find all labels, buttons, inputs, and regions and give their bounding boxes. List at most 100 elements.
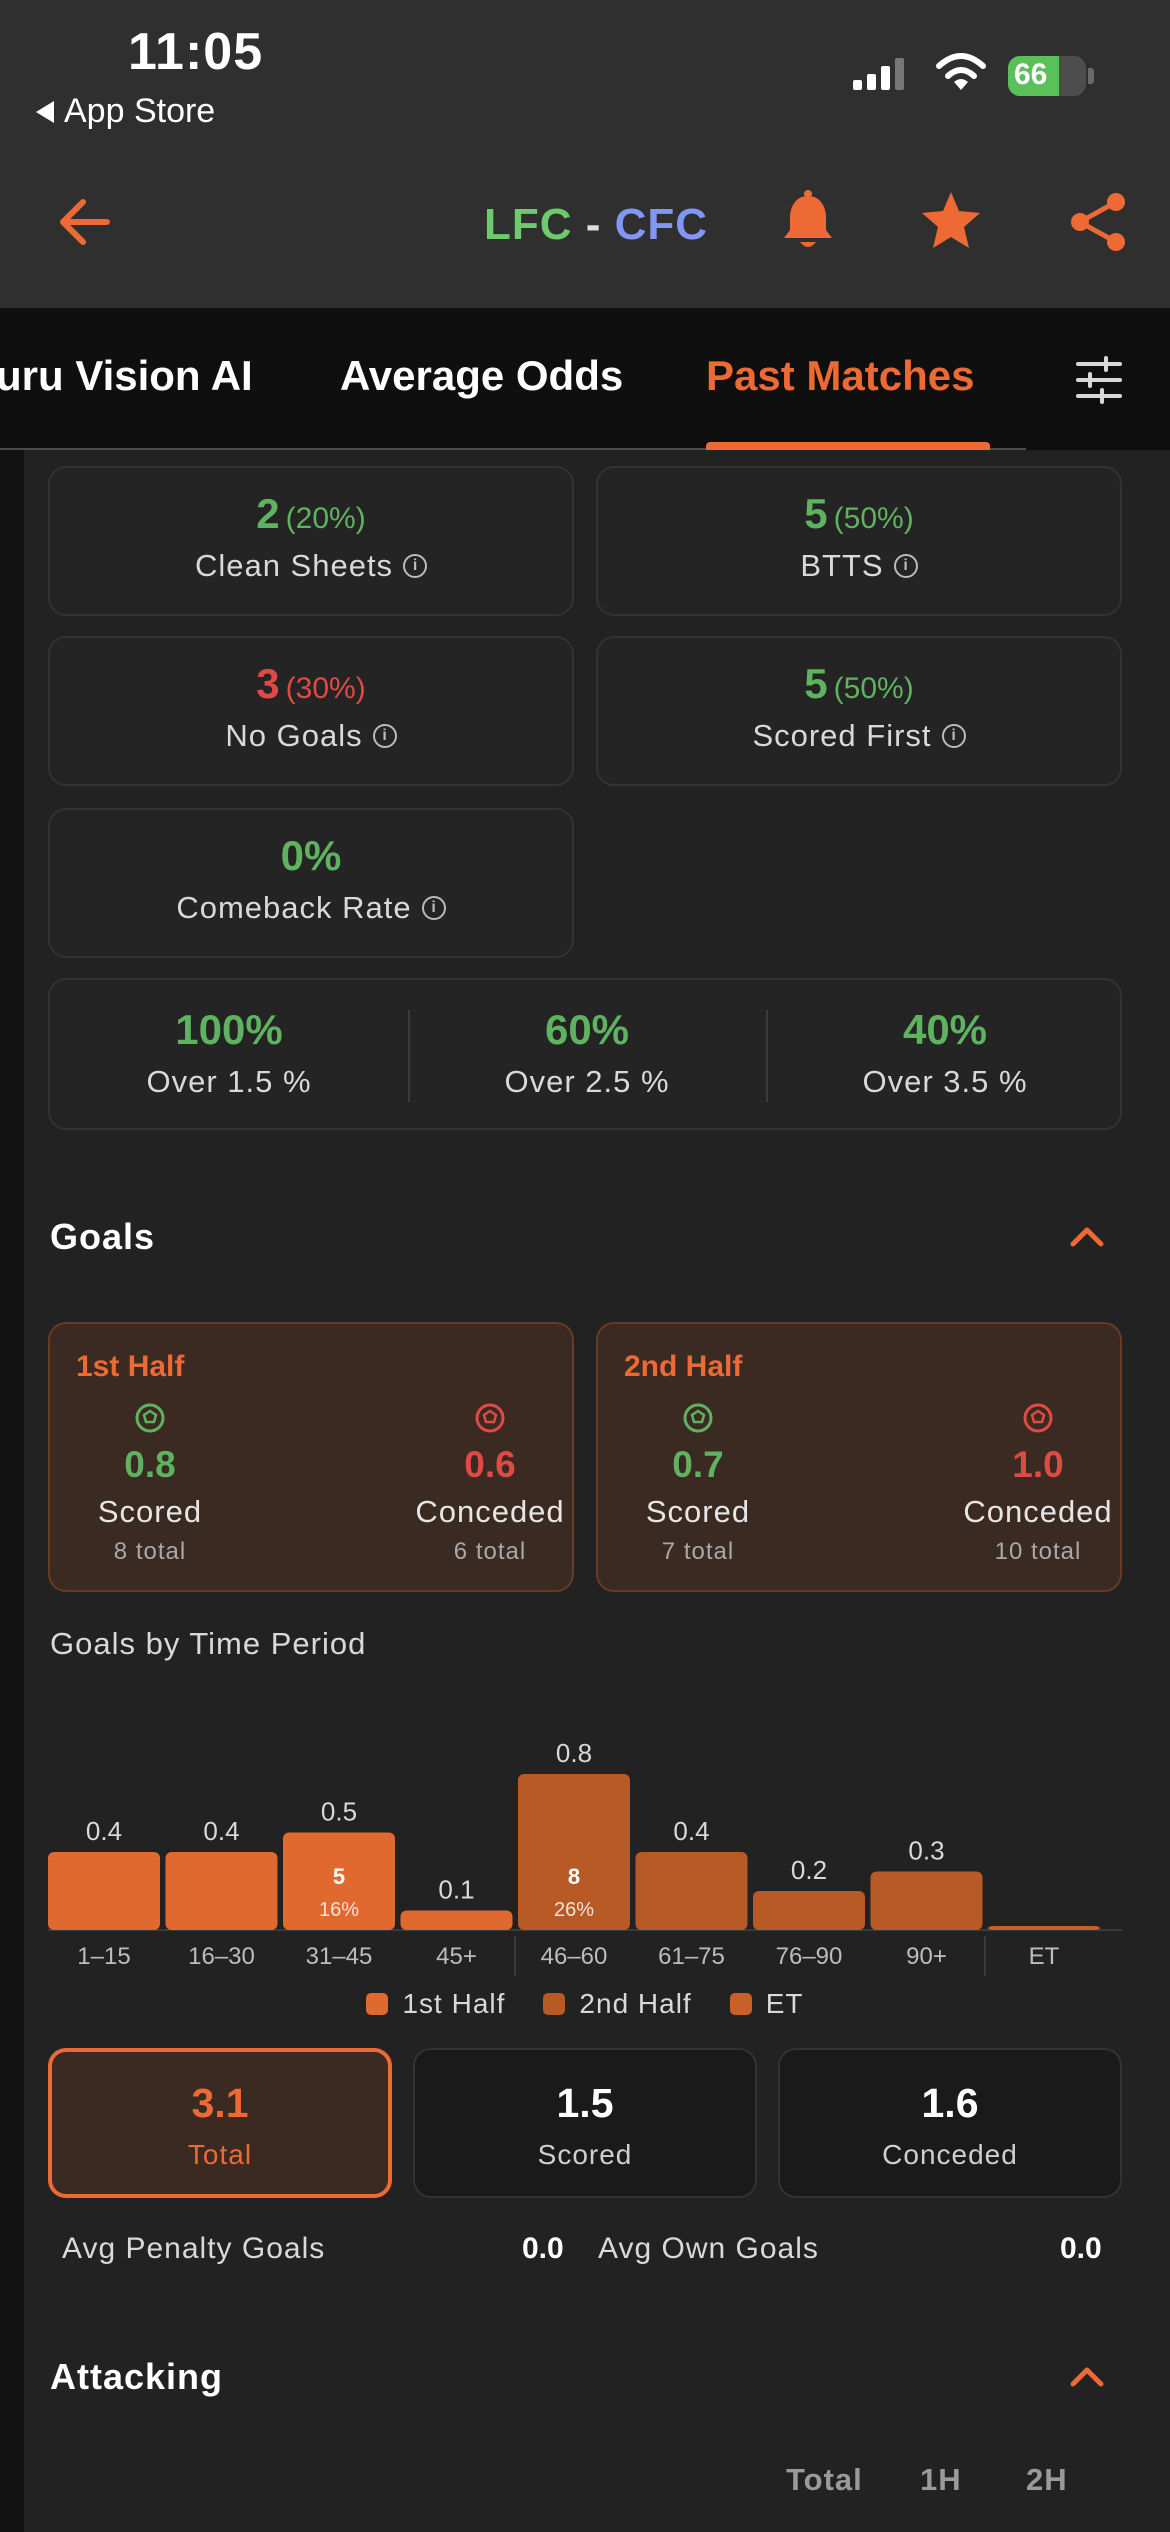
away-team: CFC bbox=[614, 200, 709, 249]
stat-pct: (50%) bbox=[833, 672, 914, 705]
half-scored-value: 0.7 bbox=[672, 1444, 724, 1485]
over-label: Over 2.5 % bbox=[504, 1064, 670, 1099]
x-tick-label: 31–45 bbox=[306, 1943, 373, 1970]
summary-label: Scored bbox=[537, 2139, 633, 2170]
match-title: LFC - CFC bbox=[484, 200, 708, 250]
goals-by-period-title: Goals by Time Period bbox=[50, 1626, 367, 1661]
info-icon[interactable]: i bbox=[421, 896, 446, 920]
legend-label: 2nd Half bbox=[579, 1988, 692, 2019]
legend-et: ET bbox=[729, 1988, 804, 2020]
half-conceded-value: 1.0 bbox=[1012, 1444, 1064, 1485]
stat-label: No Goals bbox=[225, 718, 363, 753]
over-3-5: 40% Over 3.5 % bbox=[766, 980, 1124, 1128]
bar-value-label: 0.4 bbox=[673, 1816, 709, 1846]
summary-value: 1.6 bbox=[921, 2080, 979, 2126]
summary-scored-button[interactable]: 1.5 Scored bbox=[413, 2048, 757, 2198]
stat-card-clean-sheets: 2 (20%) Clean Sheets i bbox=[48, 466, 574, 616]
over-2-5: 60% Over 2.5 % bbox=[408, 980, 766, 1128]
legend-label: 1st Half bbox=[402, 1988, 506, 2019]
legend-second-half: 2nd Half bbox=[543, 1988, 691, 2020]
summary-conceded-button[interactable]: 1.6 Conceded bbox=[778, 2048, 1122, 2198]
over-label: Over 3.5 % bbox=[862, 1064, 1028, 1099]
star-icon[interactable] bbox=[920, 190, 982, 250]
bell-icon[interactable] bbox=[780, 190, 836, 252]
half-scored-total: 8 total bbox=[113, 1538, 187, 1565]
x-tick-label: 46–60 bbox=[541, 1943, 608, 1970]
tab-vision-ai[interactable]: uru Vision AI bbox=[0, 352, 253, 400]
team-separator: - bbox=[585, 200, 602, 249]
chart-bar bbox=[988, 1926, 1100, 1930]
legend-first-half: 1st Half bbox=[366, 1988, 505, 2020]
x-tick-label: 61–75 bbox=[658, 1943, 725, 1970]
over-label: Over 1.5 % bbox=[146, 1064, 312, 1099]
chart-bar bbox=[400, 1910, 513, 1930]
filter-sliders-icon[interactable] bbox=[1074, 356, 1124, 404]
attacking-col-1h: 1H bbox=[920, 2462, 962, 2497]
half-title: 2nd Half bbox=[624, 1350, 743, 1383]
football-icon bbox=[1023, 1403, 1053, 1433]
legend-swatch bbox=[366, 1993, 389, 2015]
info-icon[interactable]: i bbox=[941, 724, 966, 748]
app-header: 11:05 App Store 66 LFC - CFC bbox=[0, 0, 1170, 308]
summary-value: 3.1 bbox=[191, 2080, 249, 2126]
x-tick-label: 90+ bbox=[906, 1943, 947, 1970]
battery-level: 66 bbox=[1014, 58, 1048, 91]
stat-value: 5 bbox=[804, 660, 828, 707]
tab-bar: uru Vision AI Average Odds Past Matches bbox=[0, 308, 1170, 450]
battery-icon: 66 bbox=[1008, 56, 1086, 96]
legend-swatch bbox=[729, 1993, 752, 2015]
stat-pct: (30%) bbox=[285, 672, 366, 705]
x-tick-label: 16–30 bbox=[188, 1943, 255, 1970]
chart-bar bbox=[48, 1852, 160, 1930]
avg-own-label: Avg Own Goals bbox=[598, 2232, 819, 2265]
share-icon[interactable] bbox=[1068, 192, 1128, 252]
first-half-card: 1st Half 0.8 Scored 8 total 0.6 Conceded… bbox=[48, 1322, 574, 1592]
bar-pct-label: 26% bbox=[554, 1899, 594, 1921]
over-1-5: 100% Over 1.5 % bbox=[50, 980, 408, 1128]
tab-average-odds[interactable]: Average Odds bbox=[340, 352, 623, 400]
cellular-signal-icon bbox=[853, 58, 904, 90]
avg-penalty-label: Avg Penalty Goals bbox=[62, 2232, 326, 2265]
attacking-col-total: Total bbox=[786, 2462, 863, 2497]
summary-total-button[interactable]: 3.1 Total bbox=[48, 2048, 392, 2198]
stat-value: 0% bbox=[280, 832, 342, 879]
over-goals-card: 100% Over 1.5 % 60% Over 2.5 % 40% Over … bbox=[48, 978, 1122, 1130]
stat-label: Scored First bbox=[752, 718, 932, 753]
goals-by-period-chart: 0.4 1–15 0.4 16–30 0.5 31–45 5 16% 0.1 45+ 0.8 46–6… bbox=[48, 1738, 1122, 1976]
back-arrow-icon[interactable] bbox=[55, 196, 111, 248]
chart-bar bbox=[635, 1852, 748, 1930]
x-tick-label: 76–90 bbox=[776, 1943, 843, 1970]
bar-value-label: 0.1 bbox=[438, 1875, 474, 1905]
back-to-app-store[interactable]: App Store bbox=[36, 92, 215, 131]
summary-label: Total bbox=[187, 2139, 253, 2170]
bar-value-label: 0.5 bbox=[321, 1797, 357, 1827]
avg-own-value: 0.0 bbox=[1060, 2232, 1102, 2265]
collapse-attacking-chevron-icon[interactable] bbox=[1068, 2358, 1106, 2396]
half-scored: 0.8 Scored 8 total bbox=[50, 1402, 250, 1566]
info-icon[interactable]: i bbox=[403, 554, 428, 578]
attacking-section-title: Attacking bbox=[50, 2356, 224, 2397]
half-conceded: 1.0 Conceded 10 total bbox=[938, 1402, 1138, 1566]
collapse-goals-chevron-icon[interactable] bbox=[1068, 1218, 1106, 1256]
bar-value-label: 0.8 bbox=[556, 1738, 592, 1768]
stat-value: 2 bbox=[256, 490, 280, 537]
half-conceded-value: 0.6 bbox=[464, 1444, 516, 1485]
half-conceded-total: 6 total bbox=[453, 1538, 527, 1565]
tab-past-matches[interactable]: Past Matches bbox=[706, 352, 974, 400]
stat-pct: (20%) bbox=[285, 502, 366, 535]
half-title: 1st Half bbox=[76, 1350, 185, 1383]
x-tick-label: 1–15 bbox=[77, 1943, 130, 1970]
battery-cap bbox=[1088, 68, 1094, 84]
half-scored-label: Scored bbox=[645, 1494, 751, 1529]
chart-bar bbox=[753, 1891, 865, 1930]
half-conceded-label: Conceded bbox=[415, 1494, 565, 1529]
goals-section-title: Goals bbox=[50, 1216, 156, 1257]
stat-card-btts: 5 (50%) BTTS i bbox=[596, 466, 1122, 616]
chart-bar bbox=[165, 1852, 278, 1930]
bar-value-label: 0.4 bbox=[203, 1816, 239, 1846]
info-icon[interactable]: i bbox=[372, 724, 397, 748]
info-icon[interactable]: i bbox=[893, 554, 918, 578]
half-conceded-label: Conceded bbox=[963, 1494, 1113, 1529]
half-conceded: 0.6 Conceded 6 total bbox=[390, 1402, 590, 1566]
summary-label: Conceded bbox=[882, 2139, 1018, 2170]
